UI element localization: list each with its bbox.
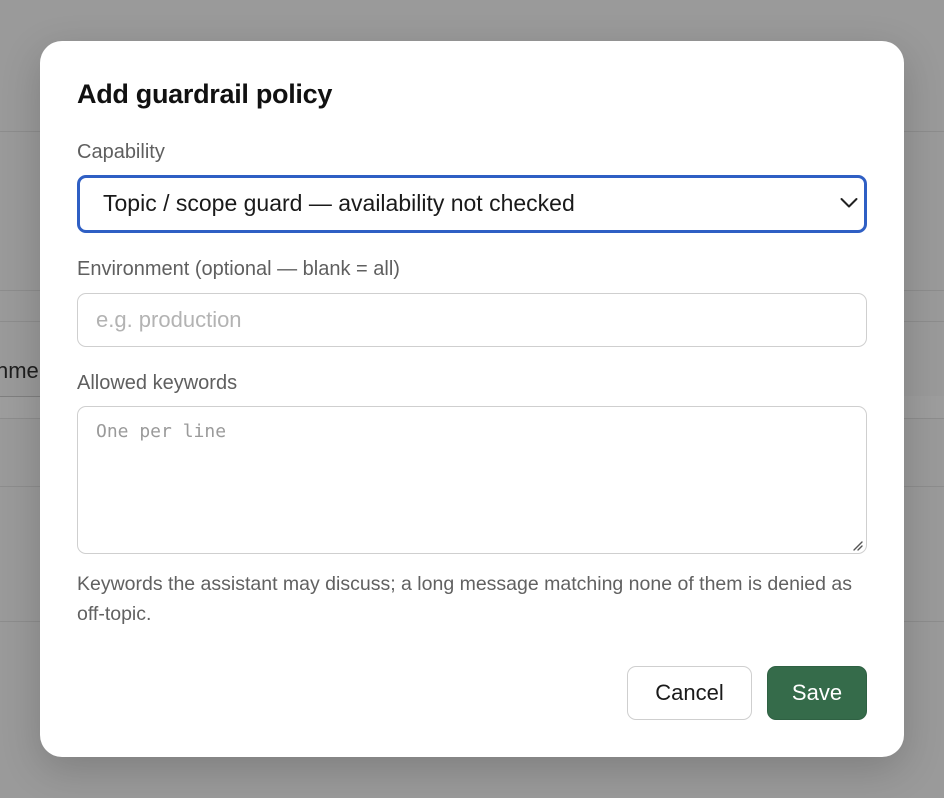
background-text-fragment: nme [0, 354, 44, 397]
cancel-button[interactable]: Cancel [627, 666, 752, 720]
allowed-keywords-textarea[interactable] [77, 406, 867, 554]
environment-input[interactable] [77, 293, 867, 347]
capability-label: Capability [77, 141, 165, 163]
resize-grip-icon[interactable] [851, 539, 863, 551]
capability-select[interactable]: Topic / scope guard — availability not c… [77, 175, 867, 233]
allowed-keywords-label: Allowed keywords [77, 372, 238, 394]
keywords-help-text: Keywords the assistant may discuss; a lo… [77, 573, 852, 625]
save-button[interactable]: Save [767, 666, 867, 720]
chevron-down-icon [840, 198, 858, 208]
environment-label: Environment (optional — blank = all) [77, 258, 400, 280]
dialog-title: Add guardrail policy [77, 79, 333, 109]
add-guardrail-policy-dialog: Add guardrail policy Capability Topic / … [40, 41, 904, 757]
capability-selected-value: Topic / scope guard — availability not c… [103, 190, 575, 216]
